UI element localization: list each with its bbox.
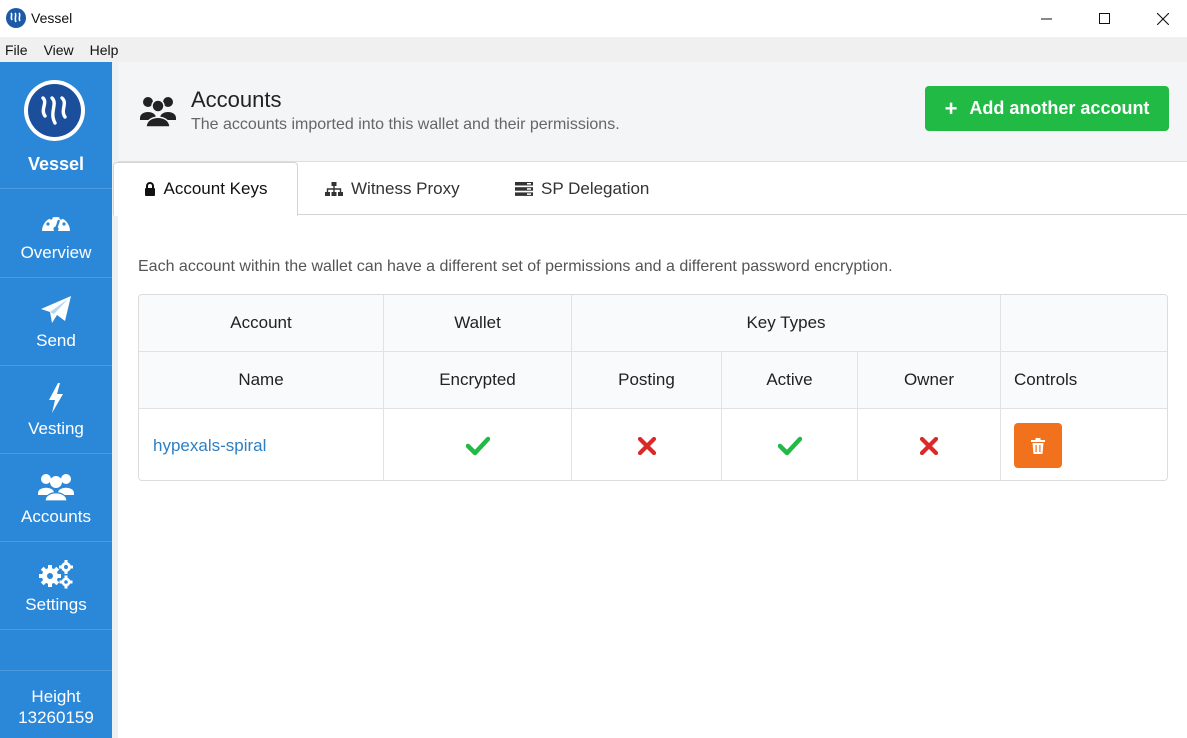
sidebar-item-settings[interactable]: Settings [0, 542, 112, 630]
window-title: Vessel [31, 10, 73, 26]
close-button[interactable] [1134, 0, 1187, 37]
sidebar-item-label: Settings [25, 595, 87, 614]
maximize-icon [1099, 12, 1110, 24]
add-account-button[interactable]: + Add another account [925, 86, 1169, 131]
tab-witness-proxy[interactable]: Witness Proxy [325, 162, 460, 215]
plus-icon: + [944, 95, 958, 121]
steem-logo-icon [24, 80, 85, 141]
controls-cell [1001, 409, 1167, 480]
sidebar-brand[interactable]: Vessel [0, 62, 112, 189]
paper-plane-icon [38, 294, 74, 326]
owner-cell [858, 409, 1001, 480]
cross-icon [920, 436, 938, 455]
tab-account-keys[interactable]: Account Keys [113, 162, 298, 216]
sidebar-item-overview[interactable]: Overview [0, 190, 112, 278]
tab-bar: Account Keys Witness Proxy SP Delegation [113, 162, 1187, 216]
gauge-icon [38, 206, 74, 238]
maximize-button[interactable] [1076, 0, 1134, 37]
title-bar: Vessel [0, 0, 1187, 37]
menu-file[interactable]: File [4, 42, 29, 58]
column-header-posting: Posting [572, 352, 722, 409]
check-icon [465, 436, 490, 455]
tab-sp-delegation[interactable]: SP Delegation [515, 162, 649, 215]
cross-icon [637, 436, 656, 455]
users-icon [38, 470, 74, 502]
page-header: Accounts The accounts imported into this… [118, 62, 1187, 162]
lock-icon [144, 182, 155, 196]
group-header-wallet: Wallet [384, 295, 572, 352]
lightning-icon [38, 382, 74, 414]
sidebar-item-label: Vesting [28, 419, 84, 438]
sidebar-item-label: Accounts [21, 507, 91, 526]
close-icon [1157, 12, 1169, 25]
steem-logo-icon [6, 8, 26, 28]
brand-name: Vessel [27, 154, 85, 174]
encrypted-cell [384, 409, 572, 480]
tab-label: Account Keys [163, 179, 268, 198]
sidebar: Vessel Overview Send Vesting Accounts Se… [0, 62, 112, 738]
sitemap-icon [325, 181, 343, 196]
account-name-link[interactable]: hypexals-spiral [139, 409, 384, 480]
sidebar-item-send[interactable]: Send [0, 278, 112, 366]
column-header-controls: Controls [1001, 352, 1167, 409]
minimize-icon [1041, 18, 1052, 19]
minimize-button[interactable] [1018, 0, 1076, 37]
sidebar-item-label: Send [36, 331, 76, 350]
check-icon [777, 436, 802, 455]
delete-account-button[interactable] [1014, 423, 1062, 468]
tab-description: Each account within the wallet can have … [138, 258, 893, 275]
group-header-account: Account [139, 295, 384, 352]
group-header-empty [1001, 295, 1167, 352]
users-icon [140, 94, 176, 128]
sidebar-item-vesting[interactable]: Vesting [0, 366, 112, 454]
sidebar-item-accounts[interactable]: Accounts [0, 454, 112, 542]
column-header-encrypted: Encrypted [384, 352, 572, 409]
menu-view[interactable]: View [43, 42, 75, 58]
trash-icon [1031, 437, 1045, 454]
height-value: 13260159 [18, 708, 94, 727]
column-header-owner: Owner [858, 352, 1001, 409]
page-title: Accounts [191, 87, 282, 112]
tab-label: Witness Proxy [351, 178, 460, 198]
menu-bar: File View Help [0, 37, 1187, 62]
posting-cell [572, 409, 722, 480]
active-cell [722, 409, 858, 480]
block-height: Height 13260159 [0, 670, 112, 738]
height-label: Height [31, 687, 81, 706]
gears-icon [38, 558, 74, 590]
menu-help[interactable]: Help [89, 42, 120, 58]
add-account-label: Add another account [969, 98, 1150, 118]
accounts-table: Account Wallet Key Types Name Encrypted … [138, 294, 1168, 481]
column-header-active: Active [722, 352, 858, 409]
column-header-name: Name [139, 352, 384, 409]
server-icon [515, 181, 533, 196]
page-subtitle: The accounts imported into this wallet a… [191, 116, 620, 133]
tab-label: SP Delegation [541, 178, 650, 198]
group-header-key-types: Key Types [572, 295, 1001, 352]
sidebar-item-label: Overview [20, 243, 92, 262]
